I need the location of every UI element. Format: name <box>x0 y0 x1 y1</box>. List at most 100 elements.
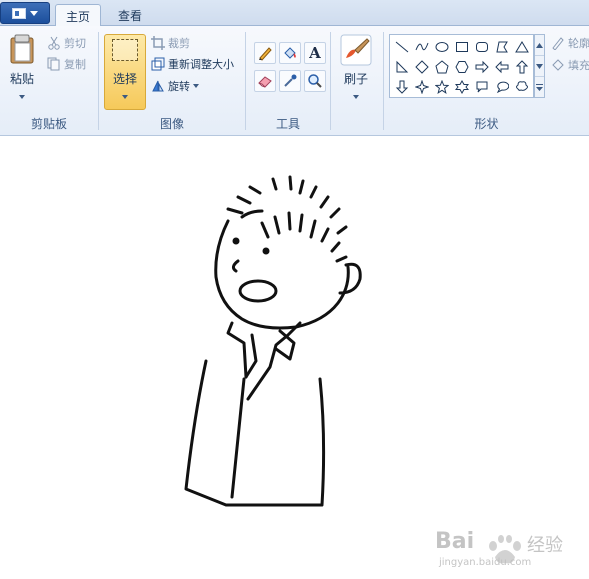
magnifier-icon <box>308 74 322 88</box>
fill-tool[interactable] <box>279 42 301 64</box>
chevron-down-icon <box>193 84 199 88</box>
brushes-button[interactable]: 刷子 <box>336 34 376 104</box>
chevron-down-icon <box>536 63 543 69</box>
clipboard-group: 粘贴 剪切 复制 剪贴板 <box>0 26 98 136</box>
cut-label: 剪切 <box>64 37 86 50</box>
paste-button[interactable]: 粘贴 <box>6 34 38 104</box>
clipboard-group-label: 剪贴板 <box>30 117 67 131</box>
image-group: 选择 裁剪 重新调整大小 旋转 图像 <box>99 26 245 136</box>
pentagon-shape[interactable] <box>433 57 451 76</box>
triangle-icon <box>515 40 529 52</box>
chevron-down-icon <box>353 95 359 99</box>
scroll-up-button[interactable] <box>535 35 544 56</box>
callout-cloud-icon <box>516 80 528 91</box>
baidu-jingyan-watermark: Bai 经验 jingyan.baidu.com <box>435 527 575 571</box>
left-arrow-shape[interactable] <box>493 57 511 76</box>
callout-oval-icon <box>496 81 509 93</box>
oval-icon <box>435 41 449 52</box>
six-point-star-shape[interactable] <box>453 77 471 96</box>
copy-icon <box>47 57 60 71</box>
right-arrow-shape[interactable] <box>473 57 491 76</box>
crop-button[interactable]: 裁剪 <box>151 34 190 52</box>
up-arrow-shape[interactable] <box>513 57 531 76</box>
resize-label: 重新调整大小 <box>168 58 234 71</box>
eyedropper-icon <box>284 74 297 87</box>
tab-home[interactable]: 主页 <box>55 4 101 27</box>
cut-button[interactable]: 剪切 <box>47 34 86 52</box>
curve-shape[interactable] <box>413 37 431 56</box>
outline-button[interactable]: 轮廓 <box>551 34 589 52</box>
pentagon-icon <box>435 59 449 73</box>
text-tool[interactable]: A <box>304 42 326 64</box>
oval-shape[interactable] <box>433 37 451 56</box>
star-six-icon <box>455 79 469 94</box>
select-button[interactable]: 选择 <box>104 34 146 110</box>
tab-view[interactable]: 查看 <box>108 4 152 27</box>
star-five-icon <box>435 79 449 94</box>
color-picker-tool[interactable] <box>279 70 301 92</box>
paste-icon <box>10 34 34 64</box>
group-divider <box>330 32 331 130</box>
polygon-shape[interactable] <box>493 37 511 56</box>
crop-icon <box>151 36 165 50</box>
watermark-brand-suffix: 经验 <box>527 535 563 556</box>
resize-icon <box>151 57 165 71</box>
triangle-shape[interactable] <box>513 37 531 56</box>
fill-button[interactable]: 填充 <box>551 56 589 74</box>
watermark-brand: Bai <box>435 529 475 554</box>
ribbon: 粘贴 剪切 复制 剪贴板 选择 裁剪 重新调整大小 旋转 图像 工具 A 刷子 … <box>0 26 589 136</box>
gallery-expand-button[interactable] <box>535 77 544 97</box>
rounded-callout-shape[interactable] <box>473 77 491 96</box>
line-shape[interactable] <box>393 37 411 56</box>
tools-group-label: 工具 <box>275 117 300 131</box>
outline-pen-icon <box>552 37 564 50</box>
arrow-right-icon <box>475 60 489 73</box>
image-group-label: 图像 <box>159 117 184 131</box>
polygon-icon <box>496 41 508 52</box>
rounded-rectangle-icon <box>476 41 488 52</box>
eraser-tool[interactable] <box>254 70 276 92</box>
curve-icon <box>415 42 429 50</box>
drawing-canvas[interactable]: Bai 经验 jingyan.baidu.com <box>0 137 589 579</box>
right-triangle-icon <box>396 60 409 72</box>
resize-button[interactable]: 重新调整大小 <box>151 55 234 73</box>
text-tool-icon: A <box>309 44 321 62</box>
arrow-down-icon <box>395 80 409 94</box>
shapes-gallery-scroller <box>534 34 545 98</box>
outline-label: 轮廓 <box>568 37 589 50</box>
shapes-gallery <box>389 34 534 98</box>
cloud-callout-shape[interactable] <box>513 77 531 96</box>
application-menu-button[interactable] <box>0 2 50 24</box>
line-icon <box>395 41 409 52</box>
star-four-icon <box>415 79 429 94</box>
down-arrow-shape[interactable] <box>393 77 411 96</box>
rotate-button[interactable]: 旋转 <box>151 77 199 95</box>
magnifier-tool[interactable] <box>304 70 326 92</box>
pencil-tool[interactable] <box>254 42 276 64</box>
fill-bucket-icon <box>552 59 564 71</box>
paint-bucket-icon <box>284 47 296 59</box>
oval-callout-shape[interactable] <box>493 77 511 96</box>
document-icon <box>12 7 26 19</box>
watermark-url: jingyan.baidu.com <box>439 557 532 568</box>
right-triangle-shape[interactable] <box>393 57 411 76</box>
copy-button[interactable]: 复制 <box>47 55 86 73</box>
selection-marquee-icon <box>112 39 138 61</box>
arrow-up-icon <box>515 59 529 73</box>
chevron-up-icon <box>536 42 543 48</box>
hexagon-icon <box>455 60 469 73</box>
cartoon-man-drawing <box>184 175 362 507</box>
select-label: 选择 <box>112 72 137 86</box>
diamond-shape[interactable] <box>413 57 431 76</box>
rectangle-shape[interactable] <box>453 37 471 56</box>
five-point-star-shape[interactable] <box>433 77 451 96</box>
rounded-rectangle-shape[interactable] <box>473 37 491 56</box>
four-point-star-shape[interactable] <box>413 77 431 96</box>
brush-icon <box>340 34 372 66</box>
diamond-icon <box>415 59 429 74</box>
chevron-down-icon <box>19 95 25 99</box>
scroll-down-button[interactable] <box>535 56 544 77</box>
hexagon-shape[interactable] <box>453 57 471 76</box>
shapes-group-label: 形状 <box>474 117 499 131</box>
rotate-icon <box>152 80 164 92</box>
